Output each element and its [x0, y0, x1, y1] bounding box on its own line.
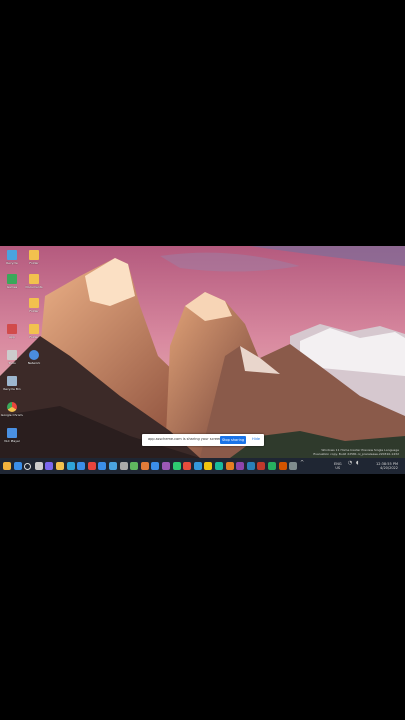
desktop-icon-label: Folder: [29, 335, 39, 339]
chat-icon[interactable]: [45, 462, 54, 470]
task-view-icon[interactable]: [34, 462, 43, 470]
app-icon[interactable]: [204, 462, 213, 470]
desktop-icon[interactable]: Documents: [23, 274, 45, 289]
chrome-icon[interactable]: [87, 462, 96, 470]
windows-watermark: Windows 11 Home Insider Preview Single L…: [313, 448, 399, 456]
edge-icon[interactable]: [66, 462, 75, 470]
desktop-icon-label: App: [9, 335, 15, 339]
desktop-icon-label: Folder: [29, 309, 39, 313]
taskbar: ^ ENG US ◔ ◖ 12:38:55 PM 4/20/2022: [0, 458, 405, 474]
desktop-icon[interactable]: Recycle: [1, 250, 23, 265]
desktop-icon-label: Games: [6, 285, 18, 289]
desktop-icon-label: Tools: [8, 361, 16, 365]
wifi-icon[interactable]: ◔: [348, 461, 352, 466]
photos-icon[interactable]: [109, 462, 117, 470]
clock-date: 4/20/2022: [380, 466, 398, 470]
desktop-icon-label: Network: [27, 361, 41, 365]
app-icon[interactable]: [215, 462, 223, 470]
network-icon: [29, 350, 39, 360]
file-explorer-icon[interactable]: [56, 462, 64, 470]
volume-icon[interactable]: ◖: [356, 461, 359, 466]
desktop-icon[interactable]: VLC Player: [1, 428, 23, 443]
app-icon[interactable]: [183, 462, 192, 470]
desktop-icon-label: Google Chrome: [1, 413, 23, 417]
stop-sharing-button[interactable]: Stop sharing: [220, 436, 246, 444]
desktop-icon[interactable]: Folder: [23, 298, 45, 313]
desktop-icon[interactable]: Folder: [23, 250, 45, 265]
desktop-icon[interactable]: Tools: [1, 350, 23, 365]
folder-icon: [29, 274, 39, 284]
app-icon[interactable]: [236, 462, 245, 470]
desktop-icon[interactable]: Google Chrome: [1, 402, 23, 417]
desktop-screen: Recycle Folder Documents Games Folder Ap…: [0, 246, 405, 474]
mail-icon[interactable]: [98, 462, 107, 470]
app-icon[interactable]: [130, 462, 139, 470]
desktop-icon-label: Folder: [29, 261, 39, 265]
app-icon[interactable]: [257, 462, 266, 470]
wallpaper-mountains: [0, 246, 405, 458]
vlc-icon: [7, 428, 17, 438]
app-icon[interactable]: [162, 462, 170, 470]
chrome-icon: [7, 402, 17, 412]
recycle-bin-icon: [7, 376, 17, 386]
clock[interactable]: 12:38:55 PM 4/20/2022: [372, 462, 398, 470]
desktop-icon[interactable]: App: [1, 324, 23, 339]
folder-icon: [29, 324, 39, 334]
language-indicator[interactable]: ENG US: [334, 462, 342, 470]
watermark-line-2: Evaluation copy. Build 22581.ni_prerelea…: [313, 452, 399, 456]
app-icon[interactable]: [289, 462, 298, 470]
screen-sharing-bar: app.ssscheme.com is sharing your screen.…: [142, 434, 264, 446]
desktop-icon-label: Recycle: [6, 261, 18, 265]
game-icon: [7, 274, 17, 284]
app-icon[interactable]: [193, 462, 202, 470]
region-label: US: [335, 466, 341, 470]
app-icon[interactable]: [225, 462, 234, 470]
app-icon: [7, 324, 17, 334]
desktop-icon-label: Documents: [25, 285, 43, 289]
sharing-message: app.ssscheme.com is sharing your screen.: [148, 437, 223, 441]
app-icon[interactable]: [151, 462, 160, 470]
app-icon[interactable]: [172, 462, 181, 470]
app-icon[interactable]: [246, 462, 255, 470]
desktop-icon-label: VLC Player: [3, 439, 21, 443]
app-icon[interactable]: [140, 462, 149, 470]
app-icon[interactable]: [268, 462, 276, 470]
desktop-icon[interactable]: Network: [23, 350, 45, 365]
settings-icon[interactable]: [119, 462, 128, 470]
widgets-icon[interactable]: [3, 462, 11, 470]
start-icon[interactable]: [13, 462, 22, 470]
search-icon[interactable]: [24, 463, 32, 470]
app-icon[interactable]: [278, 462, 287, 470]
folder-icon: [29, 298, 39, 308]
desktop-icons: Recycle Folder Documents Games Folder Ap…: [0, 246, 50, 458]
store-icon[interactable]: [77, 462, 86, 470]
recycle-bin-icon: [7, 250, 17, 260]
desktop-icon[interactable]: Folder: [23, 324, 45, 339]
desktop-icon-label: Recycle Bin: [3, 387, 21, 391]
hide-button[interactable]: Hide: [252, 437, 260, 441]
desktop-icon[interactable]: Games: [1, 274, 23, 289]
desktop-icon[interactable]: Recycle Bin: [1, 376, 23, 391]
tool-icon: [7, 350, 17, 360]
folder-icon: [29, 250, 39, 260]
tray-overflow-icon[interactable]: ^: [300, 461, 304, 466]
